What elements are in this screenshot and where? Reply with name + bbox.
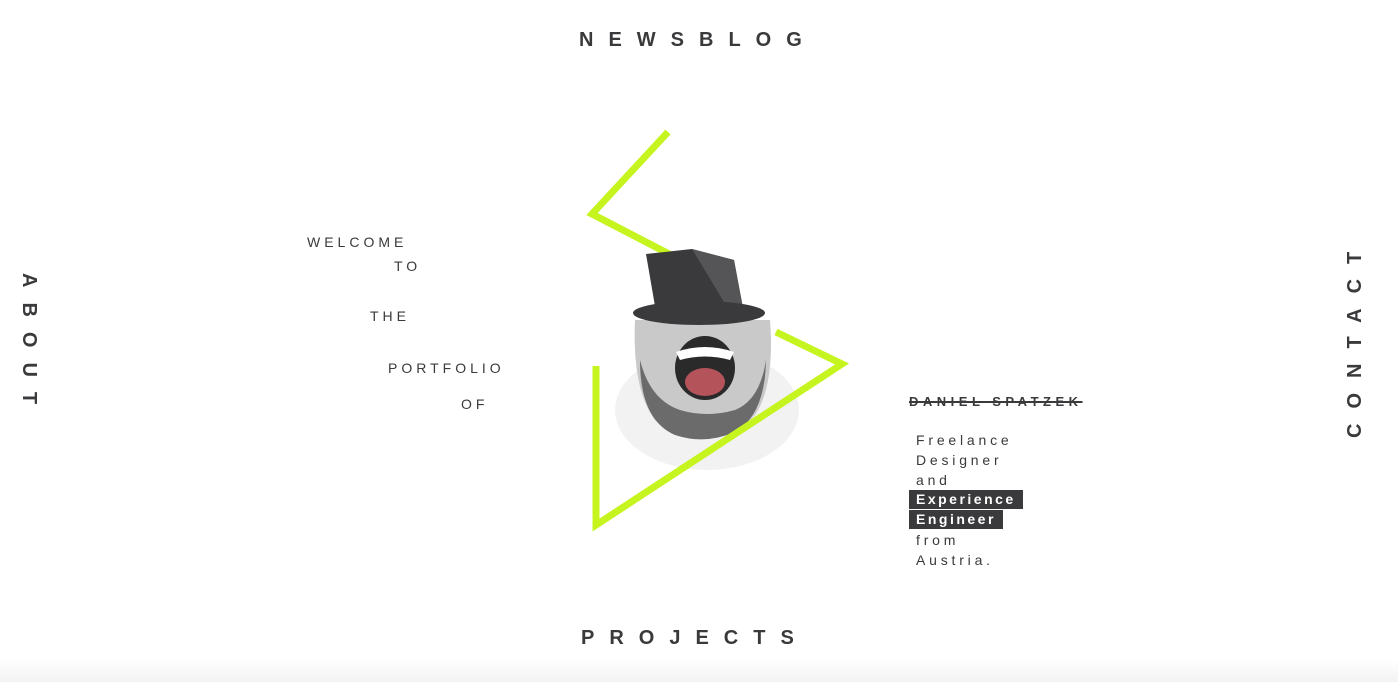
person-name: DANIEL SPATZEK [909, 394, 1083, 409]
top-hat [633, 249, 765, 325]
footer-strip [0, 660, 1398, 682]
bio-highlight-2: Engineer [909, 510, 1003, 529]
face-illustration [615, 320, 799, 470]
nav-about[interactable]: ABOUT [17, 273, 40, 419]
bio-line-4: from [916, 532, 960, 548]
welcome-line-4: PORTFOLIO [388, 360, 505, 376]
welcome-line-3: THE [370, 308, 410, 324]
bio-line-5: Austria. [916, 552, 994, 568]
welcome-line-5: OF [461, 396, 489, 412]
nav-projects[interactable]: PROJECTS [581, 627, 809, 650]
nav-newsblog[interactable]: NEWSBLOG [579, 29, 817, 52]
bio-line-3: and [916, 472, 951, 488]
bio-line-2: Designer [916, 452, 1003, 468]
welcome-line-2: TO [394, 258, 422, 274]
bio-highlight-1: Experience [909, 490, 1023, 509]
bio-line-1: Freelance [916, 432, 1013, 448]
portrait-logo [586, 129, 850, 532]
lime-bolt-upper [586, 129, 702, 274]
welcome-line-1: WELCOME [307, 234, 408, 250]
nav-contact[interactable]: CONTACT [1344, 237, 1367, 438]
